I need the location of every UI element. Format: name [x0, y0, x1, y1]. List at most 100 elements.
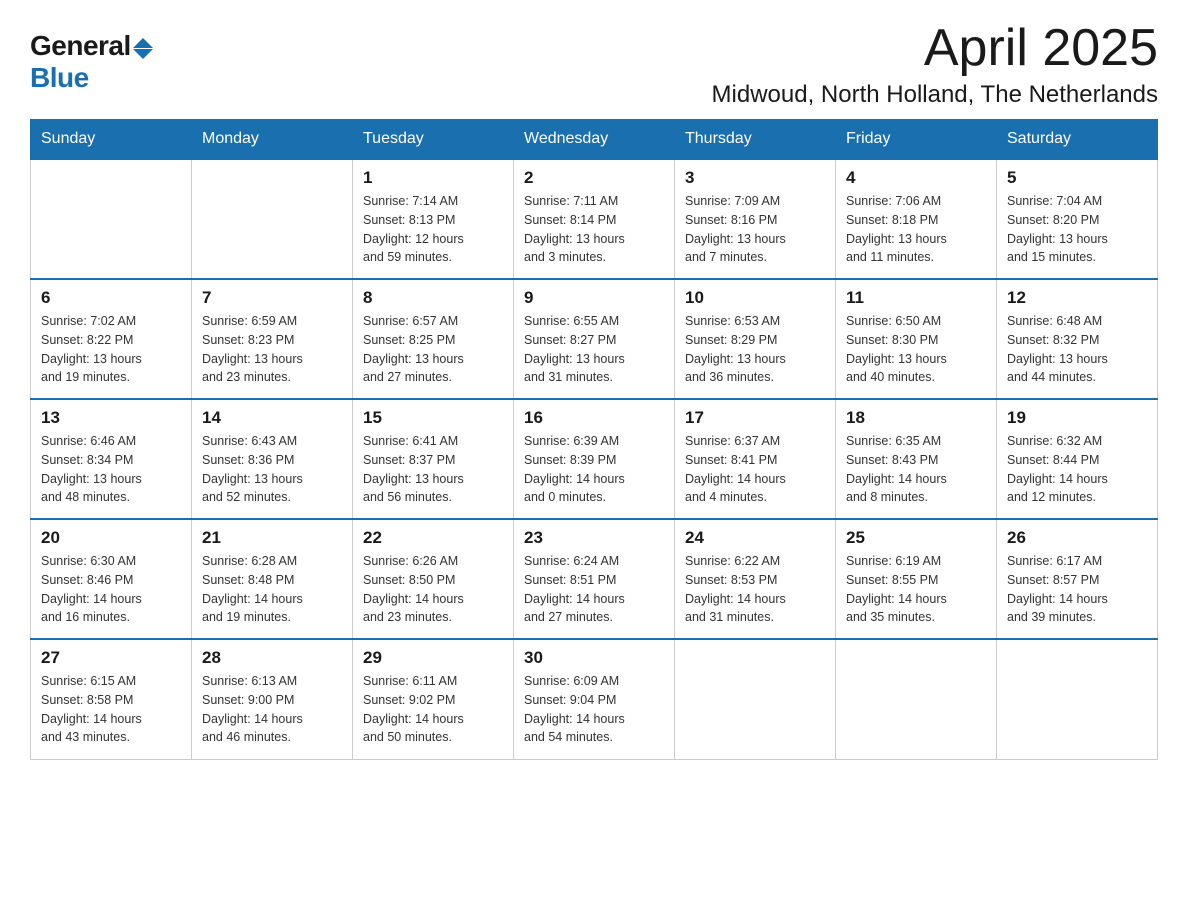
day-number: 3	[685, 168, 825, 188]
day-info: Sunrise: 6:48 AM Sunset: 8:32 PM Dayligh…	[1007, 312, 1147, 387]
title-area: April 2025 Midwoud, North Holland, The N…	[712, 20, 1158, 109]
calendar-cell: 27 Sunrise: 6:15 AM Sunset: 8:58 PM Dayli…	[31, 639, 192, 759]
calendar-cell: 18Sunrise: 6:35 AM Sunset: 8:43 PM Dayli…	[836, 399, 997, 519]
weekday-header-thursday: Thursday	[675, 120, 836, 160]
day-number: 30	[524, 648, 664, 668]
calendar-cell: 21 Sunrise: 6:28 AM Sunset: 8:48 PM Dayli…	[192, 519, 353, 639]
day-info: Sunrise: 6:15 AM Sunset: 8:58 PM Dayligh…	[41, 672, 181, 747]
calendar-cell: 30 Sunrise: 6:09 AM Sunset: 9:04 PM Dayli…	[514, 639, 675, 759]
calendar-cell: 13 Sunrise: 6:46 AM Sunset: 8:34 PM Dayli…	[31, 399, 192, 519]
day-info: Sunrise: 7:06 AM Sunset: 8:18 PM Dayligh…	[846, 192, 986, 267]
calendar-table: SundayMondayTuesdayWednesdayThursdayFrid…	[30, 119, 1158, 760]
calendar-cell: 1Sunrise: 7:14 AM Sunset: 8:13 PM Daylig…	[353, 159, 514, 279]
day-number: 15	[363, 408, 503, 428]
calendar-cell: 2 Sunrise: 7:11 AM Sunset: 8:14 PM Daylig…	[514, 159, 675, 279]
calendar-cell	[31, 159, 192, 279]
day-number: 21	[202, 528, 342, 548]
calendar-cell: 8 Sunrise: 6:57 AM Sunset: 8:25 PM Daylig…	[353, 279, 514, 399]
calendar-week-row: 6 Sunrise: 7:02 AM Sunset: 8:22 PM Daylig…	[31, 279, 1158, 399]
calendar-cell: 15Sunrise: 6:41 AM Sunset: 8:37 PM Dayli…	[353, 399, 514, 519]
day-number: 26	[1007, 528, 1147, 548]
day-info: Sunrise: 6:22 AM Sunset: 8:53 PM Dayligh…	[685, 552, 825, 627]
calendar-cell: 20 Sunrise: 6:30 AM Sunset: 8:46 PM Dayli…	[31, 519, 192, 639]
day-info: Sunrise: 7:11 AM Sunset: 8:14 PM Dayligh…	[524, 192, 664, 267]
day-number: 14	[202, 408, 342, 428]
day-number: 17	[685, 408, 825, 428]
calendar-cell: 3Sunrise: 7:09 AM Sunset: 8:16 PM Daylig…	[675, 159, 836, 279]
day-info: Sunrise: 6:09 AM Sunset: 9:04 PM Dayligh…	[524, 672, 664, 747]
calendar-cell: 6 Sunrise: 7:02 AM Sunset: 8:22 PM Daylig…	[31, 279, 192, 399]
day-info: Sunrise: 6:43 AM Sunset: 8:36 PM Dayligh…	[202, 432, 342, 507]
calendar-cell: 24 Sunrise: 6:22 AM Sunset: 8:53 PM Dayli…	[675, 519, 836, 639]
calendar-cell: 19 Sunrise: 6:32 AM Sunset: 8:44 PM Dayli…	[997, 399, 1158, 519]
day-info: Sunrise: 6:30 AM Sunset: 8:46 PM Dayligh…	[41, 552, 181, 627]
day-number: 28	[202, 648, 342, 668]
calendar-cell: 7 Sunrise: 6:59 AM Sunset: 8:23 PM Daylig…	[192, 279, 353, 399]
calendar-cell: 23 Sunrise: 6:24 AM Sunset: 8:51 PM Dayli…	[514, 519, 675, 639]
day-info: Sunrise: 6:32 AM Sunset: 8:44 PM Dayligh…	[1007, 432, 1147, 507]
calendar-cell: 14 Sunrise: 6:43 AM Sunset: 8:36 PM Dayli…	[192, 399, 353, 519]
day-number: 24	[685, 528, 825, 548]
day-info: Sunrise: 7:14 AM Sunset: 8:13 PM Dayligh…	[363, 192, 503, 267]
day-number: 9	[524, 288, 664, 308]
day-number: 20	[41, 528, 181, 548]
calendar-cell: 22 Sunrise: 6:26 AM Sunset: 8:50 PM Dayli…	[353, 519, 514, 639]
month-title: April 2025	[712, 20, 1158, 77]
weekday-header-tuesday: Tuesday	[353, 120, 514, 160]
day-number: 19	[1007, 408, 1147, 428]
day-number: 11	[846, 288, 986, 308]
calendar-week-row: 1Sunrise: 7:14 AM Sunset: 8:13 PM Daylig…	[31, 159, 1158, 279]
day-number: 5	[1007, 168, 1147, 188]
day-number: 12	[1007, 288, 1147, 308]
day-info: Sunrise: 7:04 AM Sunset: 8:20 PM Dayligh…	[1007, 192, 1147, 267]
day-info: Sunrise: 6:59 AM Sunset: 8:23 PM Dayligh…	[202, 312, 342, 387]
calendar-cell	[192, 159, 353, 279]
day-number: 13	[41, 408, 181, 428]
calendar-week-row: 13 Sunrise: 6:46 AM Sunset: 8:34 PM Dayli…	[31, 399, 1158, 519]
calendar-cell	[997, 639, 1158, 759]
day-number: 27	[41, 648, 181, 668]
weekday-header-monday: Monday	[192, 120, 353, 160]
day-info: Sunrise: 6:19 AM Sunset: 8:55 PM Dayligh…	[846, 552, 986, 627]
day-number: 6	[41, 288, 181, 308]
day-info: Sunrise: 6:46 AM Sunset: 8:34 PM Dayligh…	[41, 432, 181, 507]
calendar-cell: 26 Sunrise: 6:17 AM Sunset: 8:57 PM Dayli…	[997, 519, 1158, 639]
calendar-cell	[836, 639, 997, 759]
day-number: 25	[846, 528, 986, 548]
logo-general-text: General	[30, 30, 131, 62]
day-info: Sunrise: 6:57 AM Sunset: 8:25 PM Dayligh…	[363, 312, 503, 387]
day-number: 16	[524, 408, 664, 428]
day-info: Sunrise: 6:35 AM Sunset: 8:43 PM Dayligh…	[846, 432, 986, 507]
day-number: 7	[202, 288, 342, 308]
day-info: Sunrise: 6:13 AM Sunset: 9:00 PM Dayligh…	[202, 672, 342, 747]
calendar-week-row: 27 Sunrise: 6:15 AM Sunset: 8:58 PM Dayli…	[31, 639, 1158, 759]
day-number: 29	[363, 648, 503, 668]
calendar-cell	[675, 639, 836, 759]
day-info: Sunrise: 7:02 AM Sunset: 8:22 PM Dayligh…	[41, 312, 181, 387]
day-number: 22	[363, 528, 503, 548]
calendar-cell: 29 Sunrise: 6:11 AM Sunset: 9:02 PM Dayli…	[353, 639, 514, 759]
calendar-cell: 10Sunrise: 6:53 AM Sunset: 8:29 PM Dayli…	[675, 279, 836, 399]
day-info: Sunrise: 6:28 AM Sunset: 8:48 PM Dayligh…	[202, 552, 342, 627]
day-number: 23	[524, 528, 664, 548]
day-info: Sunrise: 6:55 AM Sunset: 8:27 PM Dayligh…	[524, 312, 664, 387]
day-number: 8	[363, 288, 503, 308]
day-number: 2	[524, 168, 664, 188]
calendar-cell: 25 Sunrise: 6:19 AM Sunset: 8:55 PM Dayli…	[836, 519, 997, 639]
calendar-cell: 5 Sunrise: 7:04 AM Sunset: 8:20 PM Daylig…	[997, 159, 1158, 279]
weekday-header-sunday: Sunday	[31, 120, 192, 160]
day-info: Sunrise: 6:17 AM Sunset: 8:57 PM Dayligh…	[1007, 552, 1147, 627]
day-info: Sunrise: 6:24 AM Sunset: 8:51 PM Dayligh…	[524, 552, 664, 627]
calendar-cell: 12 Sunrise: 6:48 AM Sunset: 8:32 PM Dayli…	[997, 279, 1158, 399]
calendar-cell: 9 Sunrise: 6:55 AM Sunset: 8:27 PM Daylig…	[514, 279, 675, 399]
day-info: Sunrise: 6:37 AM Sunset: 8:41 PM Dayligh…	[685, 432, 825, 507]
header: General Blue April 2025 Midwoud, North H…	[30, 20, 1158, 109]
weekday-header-wednesday: Wednesday	[514, 120, 675, 160]
weekday-header-row: SundayMondayTuesdayWednesdayThursdayFrid…	[31, 120, 1158, 160]
calendar-cell: 16Sunrise: 6:39 AM Sunset: 8:39 PM Dayli…	[514, 399, 675, 519]
logo-blue-text: Blue	[30, 62, 89, 94]
calendar-cell: 17 Sunrise: 6:37 AM Sunset: 8:41 PM Dayli…	[675, 399, 836, 519]
day-info: Sunrise: 6:11 AM Sunset: 9:02 PM Dayligh…	[363, 672, 503, 747]
day-info: Sunrise: 6:26 AM Sunset: 8:50 PM Dayligh…	[363, 552, 503, 627]
day-info: Sunrise: 6:50 AM Sunset: 8:30 PM Dayligh…	[846, 312, 986, 387]
